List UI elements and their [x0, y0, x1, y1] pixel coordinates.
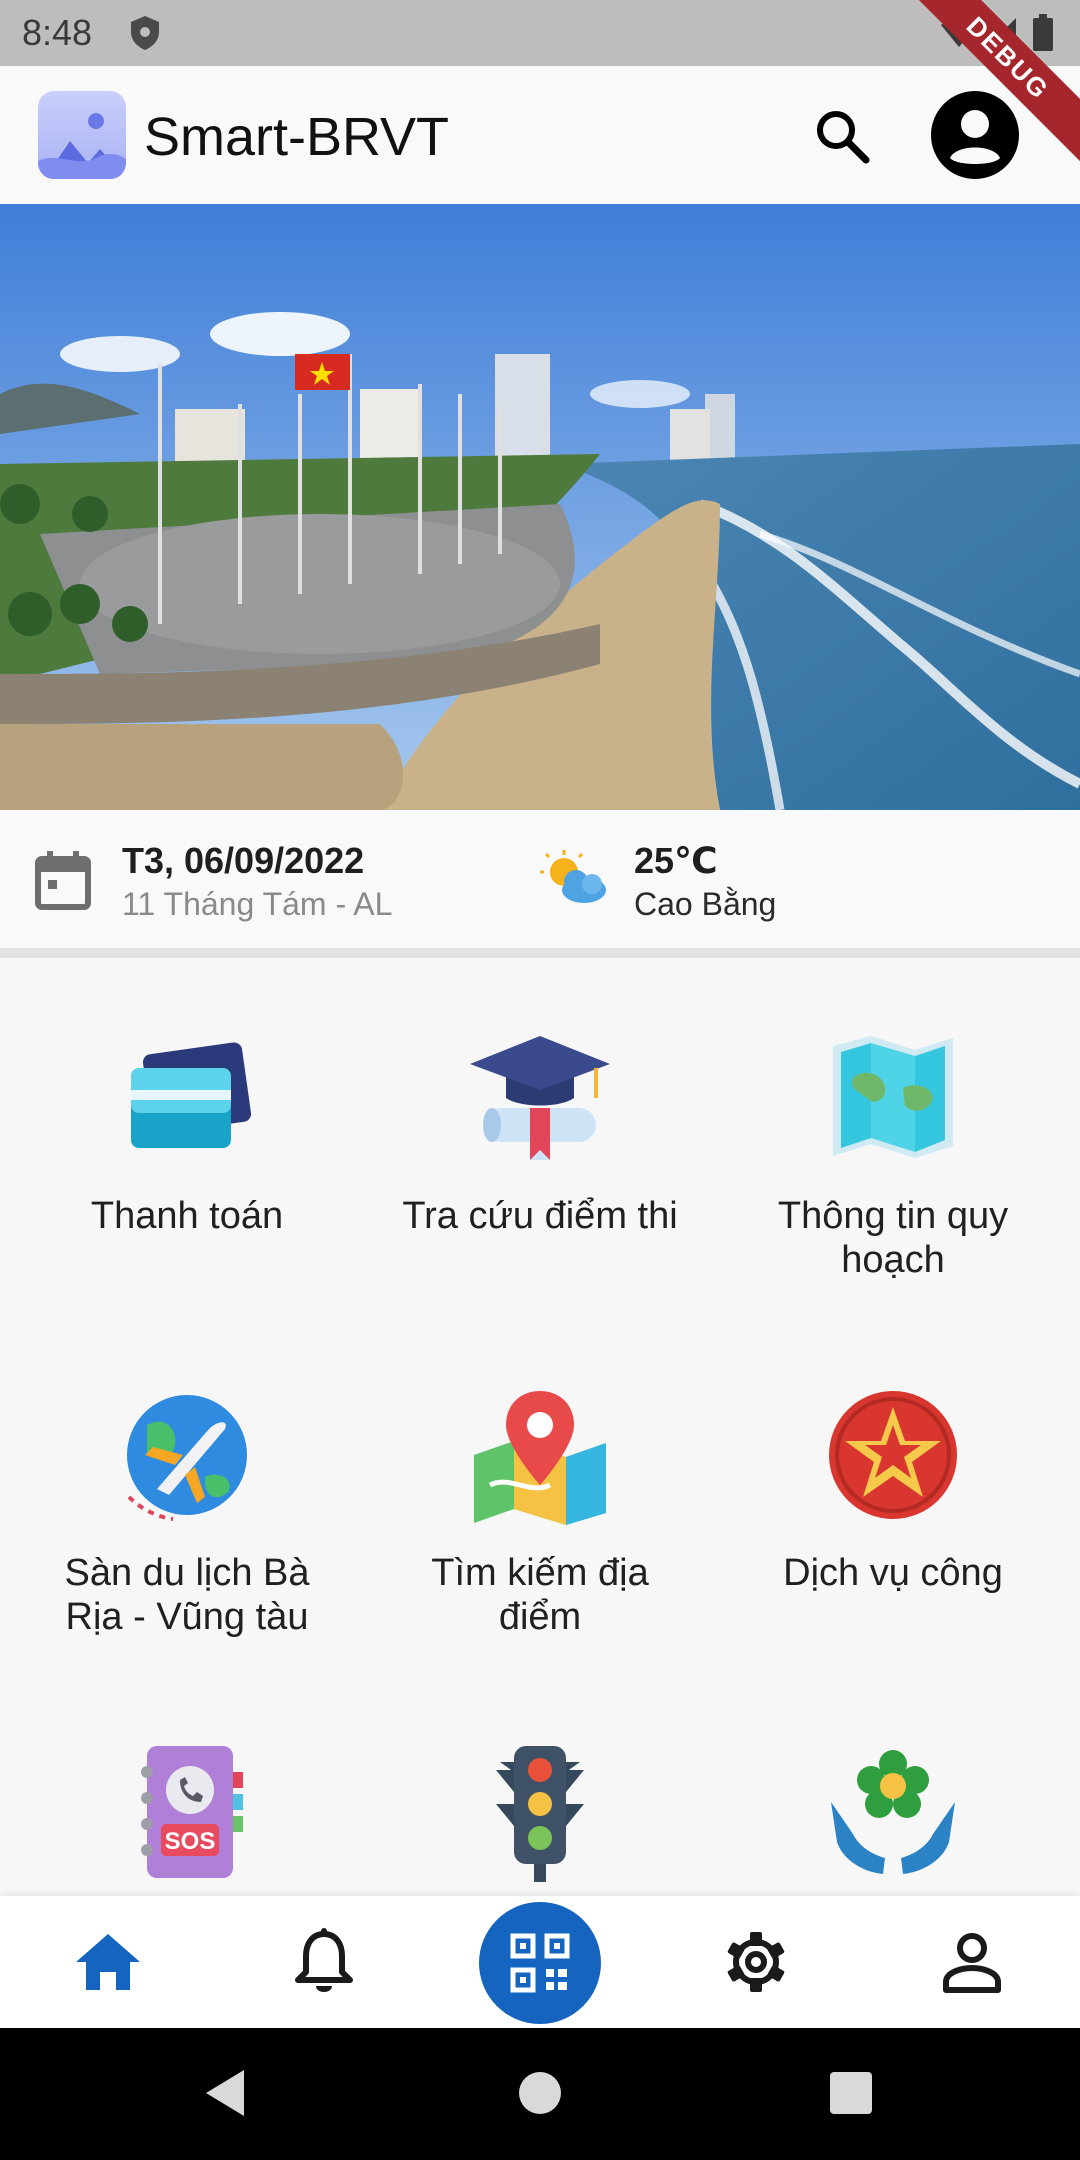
service-dich-vu-cong[interactable]: Dịch vụ công	[713, 1385, 1073, 1595]
sos-phonebook-icon: SOS	[141, 1746, 243, 1878]
screen: 8:48 DEBUG Smart-BRVT T3, 06/09/2022 11 …	[0, 0, 1080, 2160]
qr-scan-button[interactable]	[479, 1902, 601, 2024]
service-thanh-toan[interactable]: Thanh toán	[7, 1028, 367, 1238]
search-icon[interactable]	[810, 104, 874, 168]
travel-plane-icon	[127, 1395, 247, 1521]
service-label: Tìm kiếm địa điểm	[431, 1552, 649, 1638]
map-pin-icon	[474, 1391, 606, 1525]
bell-icon[interactable]	[286, 1924, 362, 2000]
service-san-du-lich[interactable]: Sàn du lịch Bà Rịa - Vũng tàu	[7, 1385, 367, 1639]
service-tim-kiem-dia-diem[interactable]: Tìm kiếm địa điểm	[360, 1385, 720, 1639]
map-icon	[833, 1036, 953, 1158]
current-date: T3, 06/09/2022	[122, 840, 365, 881]
calendar-icon	[35, 851, 91, 910]
banner-image	[0, 204, 1080, 810]
service-label: Thanh toán	[90, 1195, 284, 1237]
shield-icon	[131, 16, 159, 50]
battery-icon	[1033, 14, 1053, 51]
lunar-date: 11 Tháng Tám - AL	[122, 886, 393, 922]
app-bar: Smart-BRVT	[0, 66, 1080, 204]
public-service-star-icon	[829, 1391, 957, 1519]
service-sos[interactable]: SOS	[7, 1742, 367, 1896]
gear-icon[interactable]	[718, 1924, 794, 2000]
account-circle-icon[interactable]	[930, 90, 1020, 180]
system-navigation-bar	[0, 2028, 1080, 2160]
back-icon[interactable]	[202, 2066, 248, 2120]
service-label: Tra cứu điểm thi	[402, 1195, 678, 1237]
temperature: 25℃	[634, 840, 718, 881]
home-circle-icon[interactable]	[518, 2066, 562, 2120]
bottom-navigation	[0, 1896, 1080, 2028]
weather-city: Cao Bằng	[634, 886, 777, 922]
home-icon[interactable]	[70, 1924, 146, 2000]
service-charity[interactable]	[713, 1742, 1073, 1896]
service-traffic[interactable]	[360, 1742, 720, 1896]
qr-code-icon	[510, 1933, 570, 1993]
credit-card-icon	[131, 1042, 252, 1148]
graduation-cap-icon	[470, 1036, 610, 1160]
service-thong-tin-quy-hoach[interactable]: Thông tin quy hoạch	[713, 1028, 1073, 1282]
person-icon[interactable]	[934, 1924, 1010, 2000]
recents-icon[interactable]	[828, 2066, 874, 2120]
service-label: Dịch vụ công	[783, 1552, 1003, 1594]
charity-hands-icon	[831, 1750, 955, 1874]
partly-cloudy-icon	[540, 850, 606, 903]
status-time: 8:48	[22, 12, 93, 53]
section-divider	[0, 948, 1080, 958]
info-row: T3, 06/09/2022 11 Tháng Tám - AL 25℃ Cao…	[0, 810, 1080, 948]
app-title: Smart-BRVT	[144, 107, 450, 167]
status-bar: 8:48	[0, 0, 1080, 66]
service-label: Thông tin quy hoạch	[777, 1195, 1009, 1281]
svg-text:SOS: SOS	[165, 1828, 216, 1855]
service-grid: Thanh toán Tra cứu điểm thi Thông tin qu…	[0, 958, 1080, 1896]
traffic-light-icon	[496, 1746, 584, 1882]
service-label: Sàn du lịch Bà Rịa - Vũng tàu	[64, 1552, 310, 1638]
service-tra-cuu-diem-thi[interactable]: Tra cứu điểm thi	[360, 1028, 720, 1238]
app-logo-icon	[38, 91, 126, 179]
